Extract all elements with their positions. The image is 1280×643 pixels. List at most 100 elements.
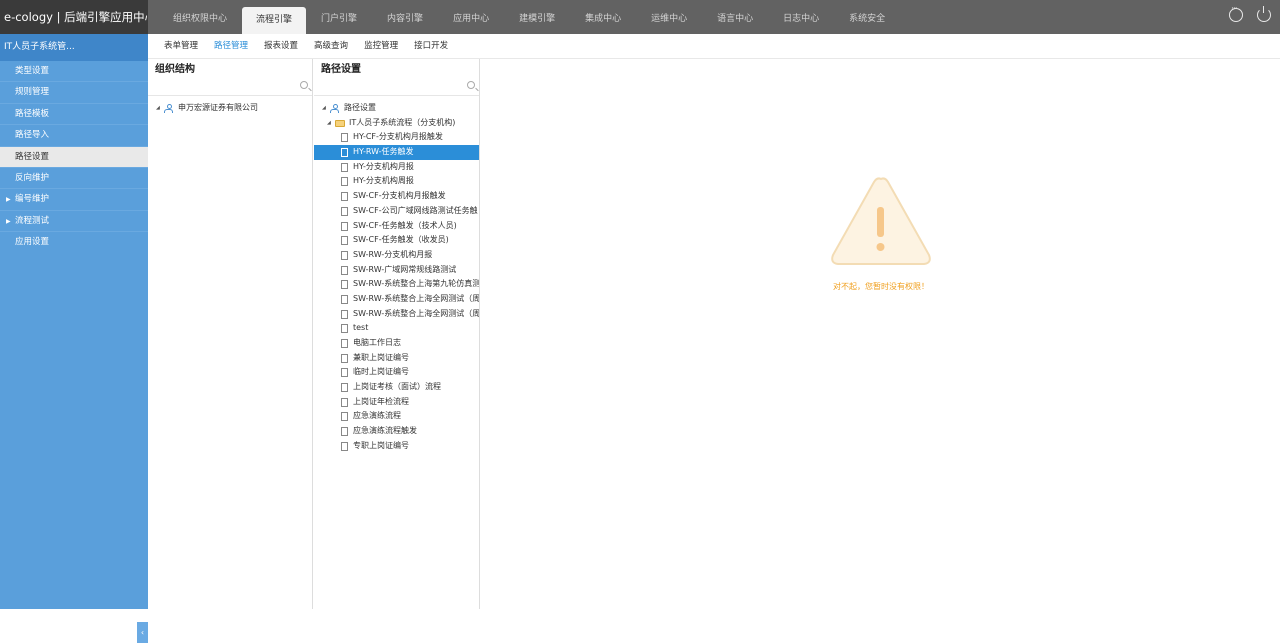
tree-node-file[interactable]: 电脑工作日志 bbox=[314, 336, 479, 351]
file-icon bbox=[341, 206, 348, 216]
sub-tab[interactable]: 监控管理 bbox=[356, 34, 406, 58]
main-tabs: 组织权限中心 流程引擎 门户引擎 内容引擎 应用中心 建模引擎 集成中心 运维中心 语言中心 日志… bbox=[158, 0, 900, 34]
sidebar-item[interactable]: 规则管理 bbox=[0, 82, 148, 104]
main-tab[interactable]: 建模引擎 bbox=[504, 0, 570, 34]
tree-node-path-root[interactable]: ◢ 路径设置 bbox=[314, 101, 479, 116]
sidebar-item[interactable]: 路径设置 bbox=[0, 146, 148, 168]
tree-node-label: SW-CF-分支机构月报触发 bbox=[353, 191, 446, 201]
tree-node-file[interactable]: HY-分支机构周报 bbox=[314, 174, 479, 189]
tree-node-label: 上岗证年检流程 bbox=[353, 396, 409, 406]
expand-icon: ▶ bbox=[6, 217, 11, 225]
top-bar: e-cology | 后端引擎应用中心 组织权限中心 流程引擎 门户引擎 内容引擎 应用… bbox=[0, 0, 1280, 34]
main-tab[interactable]: 系统安全 bbox=[834, 0, 900, 34]
tree-node-label: 电脑工作日志 bbox=[353, 338, 401, 347]
sidebar-item-label: 反向维护 bbox=[15, 172, 50, 183]
sidebar-item[interactable]: 应用设置 bbox=[0, 232, 148, 253]
tree-node-label: HY-CF-分支机构月报触发 bbox=[353, 132, 443, 142]
tree-node-file[interactable]: SW-RW-系统整合上海全网测试（周 bbox=[314, 292, 479, 307]
tree-node-label: 应急演练流程触发 bbox=[353, 426, 417, 436]
tree-node-label: HY-RW-任务触发 bbox=[353, 147, 414, 157]
main-tab[interactable]: 应用中心 bbox=[438, 0, 504, 34]
tree-node-file[interactable]: 上岗证年检流程 bbox=[314, 395, 479, 410]
main-tab[interactable]: 集成中心 bbox=[570, 0, 636, 34]
expand-icon[interactable]: ◢ bbox=[327, 116, 331, 131]
tree-node-file[interactable]: 专职上岗证编号 bbox=[314, 439, 479, 454]
path-search bbox=[314, 79, 479, 96]
tree-node-file[interactable]: test bbox=[314, 321, 479, 336]
tree-node-file[interactable]: 兼职上岗证编号 bbox=[314, 351, 479, 366]
tree-node-file[interactable]: 上岗证考核（面试）流程 bbox=[314, 380, 479, 395]
sidebar-item-label: 编号维护 bbox=[15, 194, 50, 205]
org-icon bbox=[330, 104, 339, 113]
tree-node-label: SW-CF-任务触发（收发员) bbox=[353, 235, 449, 245]
tree-node-org-root[interactable]: ◢ 申万宏源证券有限公司 bbox=[148, 101, 312, 116]
sidebar-item-label: 应用设置 bbox=[15, 237, 50, 248]
sidebar: IT人员子系统管... 类型设置 规则管理 路径模板 路径导入 路径设置 反向维护 ▶ 编号维… bbox=[0, 34, 148, 643]
tree-node-file[interactable]: SW-CF-任务触发（收发员) bbox=[314, 233, 479, 248]
sidebar-collapse-button[interactable]: ‹ bbox=[137, 622, 148, 643]
tree-node-file[interactable]: SW-RW-系统整合上海第九轮仿真测 bbox=[314, 277, 479, 292]
warning-triangle-icon bbox=[831, 177, 931, 265]
tree-node-label: IT人员子系统流程（分支机构) bbox=[349, 117, 456, 127]
main-tab[interactable]: 运维中心 bbox=[636, 0, 702, 34]
sidebar-item[interactable]: 类型设置 bbox=[0, 61, 148, 83]
main-tab[interactable]: 日志中心 bbox=[768, 0, 834, 34]
file-icon bbox=[341, 309, 348, 319]
tree-node-file[interactable]: SW-CF-公司广域网线路测试任务触 bbox=[314, 204, 479, 219]
file-icon bbox=[341, 427, 348, 437]
sub-tab[interactable]: 高级查询 bbox=[306, 34, 356, 58]
file-icon bbox=[341, 221, 348, 231]
tree-node-label: SW-CF-公司广域网线路测试任务触 bbox=[353, 205, 478, 215]
main-tab[interactable]: 流程引擎 bbox=[242, 7, 307, 34]
tree-node-file[interactable]: 应急演练流程触发 bbox=[314, 424, 479, 439]
tree-node-label: 申万宏源证券有限公司 bbox=[178, 103, 258, 112]
tree-node-file[interactable]: 临时上岗证编号 bbox=[314, 365, 479, 380]
sub-tab[interactable]: 表单管理 bbox=[156, 34, 206, 58]
tree-node-label: SW-RW-系统整合上海第九轮仿真测 bbox=[353, 279, 479, 289]
tree-node-file[interactable]: SW-CF-分支机构月报触发 bbox=[314, 189, 479, 204]
power-icon[interactable] bbox=[1257, 6, 1271, 22]
sidebar-item-label: 路径设置 bbox=[15, 151, 50, 162]
path-panel-title: 路径设置 bbox=[321, 64, 361, 75]
sidebar-item[interactable]: 路径模板 bbox=[0, 104, 148, 126]
sidebar-header[interactable]: IT人员子系统管... bbox=[0, 34, 148, 61]
tree-node-label: 专职上岗证编号 bbox=[353, 440, 409, 450]
sub-tab[interactable]: 接口开发 bbox=[406, 34, 456, 58]
org-search-input[interactable] bbox=[148, 79, 312, 96]
sidebar-item-label: 路径导入 bbox=[15, 130, 50, 141]
tree-node-file[interactable]: HY-RW-任务触发 bbox=[314, 145, 479, 160]
main-tab[interactable]: 内容引擎 bbox=[372, 0, 438, 34]
sidebar-item-label: 规则管理 bbox=[15, 87, 50, 98]
file-icon bbox=[341, 148, 348, 158]
tree-node-file[interactable]: SW-RW-系统整合上海全网测试（周 bbox=[314, 307, 479, 322]
tree-node-file[interactable]: HY-分支机构月报 bbox=[314, 160, 479, 175]
tree-node-label: HY-分支机构周报 bbox=[353, 176, 414, 186]
sidebar-menu: 类型设置 规则管理 路径模板 路径导入 路径设置 反向维护 ▶ 编号维护 ▶ 流程测试 应用设置 bbox=[0, 61, 148, 254]
search-icon[interactable] bbox=[467, 81, 475, 89]
expand-icon[interactable]: ◢ bbox=[156, 101, 160, 116]
more-icon[interactable] bbox=[1229, 4, 1243, 22]
tree-node-file[interactable]: HY-CF-分支机构月报触发 bbox=[314, 130, 479, 145]
sub-tab[interactable]: 报表设置 bbox=[256, 34, 306, 58]
search-icon[interactable] bbox=[300, 81, 308, 89]
sidebar-item[interactable]: 路径导入 bbox=[0, 125, 148, 147]
main-tab[interactable]: 组织权限中心 bbox=[158, 0, 242, 34]
sidebar-item[interactable]: ▶ 流程测试 bbox=[0, 211, 148, 233]
sub-tab[interactable]: 路径管理 bbox=[206, 34, 256, 58]
path-search-input[interactable] bbox=[314, 79, 479, 96]
folder-icon bbox=[335, 119, 345, 127]
tree-node-label: HY-分支机构月报 bbox=[353, 161, 414, 171]
tree-node-file[interactable]: SW-RW-分支机构月报 bbox=[314, 248, 479, 263]
file-icon bbox=[341, 294, 348, 304]
tree-node-file[interactable]: SW-CF-任务触发（技术人员) bbox=[314, 219, 479, 234]
main-tab[interactable]: 门户引擎 bbox=[306, 0, 372, 34]
tree-node-folder[interactable]: ◢ IT人员子系统流程（分支机构) bbox=[314, 116, 479, 131]
tree-node-file[interactable]: SW-RW-广域网常规线路测试 bbox=[314, 263, 479, 278]
tree-node-file[interactable]: 应急演练流程 bbox=[314, 409, 479, 424]
file-icon bbox=[341, 368, 348, 378]
sidebar-item[interactable]: ▶ 编号维护 bbox=[0, 189, 148, 211]
sidebar-item[interactable]: 反向维护 bbox=[0, 168, 148, 190]
main-tab[interactable]: 语言中心 bbox=[702, 0, 768, 34]
content-area: 对不起，您暂时没有权限！ bbox=[481, 59, 1280, 609]
expand-icon[interactable]: ◢ bbox=[322, 101, 326, 116]
